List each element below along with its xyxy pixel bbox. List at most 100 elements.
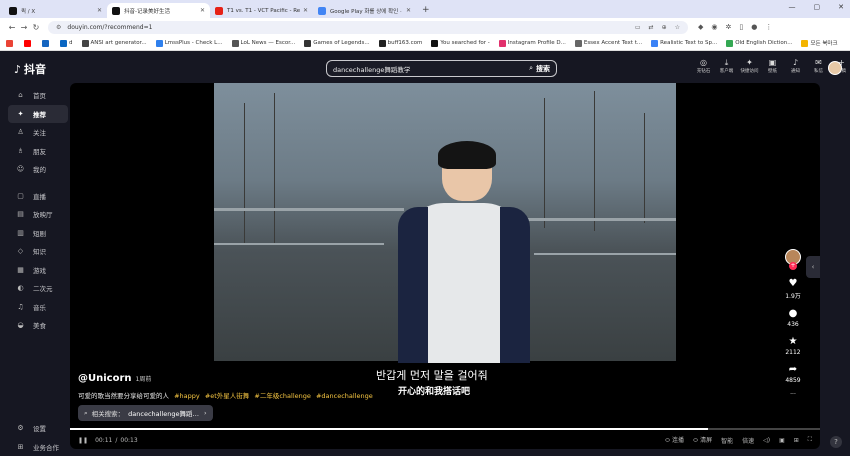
sidebar-item[interactable]: ⚙设置: [8, 419, 68, 438]
related-query[interactable]: dancechallenge舞蹈…: [128, 408, 199, 418]
sidebar-icon[interactable]: ▯: [739, 23, 743, 31]
sidebar-item[interactable]: ⌂首页: [8, 86, 68, 105]
reload-icon[interactable]: ↻: [30, 23, 42, 32]
collapse-panel-button[interactable]: ‹: [806, 256, 820, 278]
search-input[interactable]: dancechallenge舞蹈教学: [333, 64, 529, 74]
hashtag-link[interactable]: #et外星人街舞: [205, 392, 250, 400]
zoom-icon[interactable]: ⊕: [662, 24, 667, 31]
author-name[interactable]: @Unicorn: [78, 373, 132, 384]
bookmark-item[interactable]: Games of Legends...: [304, 40, 369, 47]
minimize-icon[interactable]: —: [789, 3, 796, 11]
close-window-icon[interactable]: ✕: [838, 3, 844, 11]
search-box[interactable]: dancechallenge舞蹈教学 ⌕ 搜索: [326, 60, 557, 77]
hashtag-link[interactable]: #二年级challenge: [254, 392, 310, 400]
web-fullscreen-icon[interactable]: ⊞: [794, 437, 799, 444]
bookmark-item[interactable]: You searched for -: [431, 40, 489, 47]
back-icon[interactable]: ←: [6, 23, 18, 32]
sidebar-item[interactable]: ◇知识: [8, 242, 68, 261]
sidebar-item[interactable]: ☺我的: [8, 160, 68, 179]
extension-icon[interactable]: ◉: [711, 23, 717, 31]
bookmark-star-icon[interactable]: ☆: [675, 24, 680, 31]
hashtag-link[interactable]: #dancechallenge: [316, 392, 373, 400]
top-action-0[interactable]: ◎充钻石: [694, 58, 713, 74]
bookmark-item[interactable]: ANSI art generator...: [82, 40, 147, 47]
maximize-icon[interactable]: ▢: [814, 3, 821, 11]
sidebar-item[interactable]: ♫音乐: [8, 298, 68, 317]
browser-tab-x[interactable]: 퀵 / X ✕: [4, 3, 107, 18]
menu-icon[interactable]: ⋮: [765, 23, 772, 31]
sidebar-item[interactable]: ♙关注: [8, 123, 68, 142]
bookmark-item[interactable]: Instagram Profile D...: [499, 40, 566, 47]
help-icon[interactable]: ?: [830, 436, 842, 448]
autoplay-toggle[interactable]: ⬭ 连播: [665, 435, 684, 445]
profile-icon[interactable]: ●: [751, 23, 757, 31]
comment-button[interactable]: ●436: [787, 307, 798, 328]
puzzle-icon[interactable]: ✲: [726, 23, 732, 31]
douyin-logo[interactable]: ♪ 抖音: [14, 61, 46, 77]
address-input[interactable]: ⚙ douyin.com/?recommend=1 ▭ ⇄ ⊕ ☆: [48, 21, 688, 34]
sidebar-item[interactable]: ◒美食: [8, 316, 68, 335]
share-icon: ➦: [789, 363, 797, 377]
sidebar-item[interactable]: ♗朋友: [8, 142, 68, 161]
forward-icon[interactable]: →: [18, 23, 30, 32]
more-button[interactable]: ···: [790, 391, 796, 398]
fullscreen-icon[interactable]: ⛶: [808, 436, 812, 444]
bookmark-item[interactable]: Old English Diction...: [726, 40, 792, 47]
bookmark-item[interactable]: 모든 북마크: [801, 39, 837, 47]
bookmark-item[interactable]: [42, 40, 51, 47]
sidebar-item[interactable]: ⊞业务合作: [8, 438, 68, 456]
mini-player-icon[interactable]: ▣: [779, 437, 785, 444]
video-author[interactable]: @Unicorn1周前: [78, 373, 151, 384]
user-avatar[interactable]: [828, 61, 842, 75]
browser-tab-youtube[interactable]: T1 vs. T1 - VCT Pacific - Requ ✕: [210, 3, 313, 18]
sidebar-item[interactable]: ▢直播: [8, 187, 68, 206]
author-avatar[interactable]: [785, 249, 801, 265]
close-tab-icon[interactable]: ✕: [303, 7, 308, 14]
favorite-button[interactable]: ★2112: [785, 335, 800, 356]
bookmark-item[interactable]: LmssPlus - Check L...: [156, 40, 223, 47]
bookmark-item[interactable]: d: [60, 40, 73, 47]
new-tab-button[interactable]: +: [416, 3, 436, 18]
video-description: 可爱的歌当然要分享给可爱的人 #happy #et外星人街舞 #二年级chall…: [78, 390, 373, 400]
translate-icon[interactable]: ⇄: [649, 24, 654, 31]
share-button[interactable]: ➦4859: [785, 363, 800, 384]
search-button[interactable]: 搜索: [536, 64, 550, 74]
pause-icon[interactable]: ❚❚: [78, 437, 88, 444]
hashtag-link[interactable]: #happy: [174, 392, 200, 400]
sidebar-item[interactable]: ▤放映厅: [8, 205, 68, 224]
sidebar-item[interactable]: ▥短剧: [8, 224, 68, 243]
extension-icon[interactable]: ◆: [698, 23, 703, 31]
top-action-5[interactable]: ✉私信: [809, 58, 828, 74]
bookmark-item[interactable]: Essex Accent Text t...: [575, 40, 642, 47]
top-action-4[interactable]: ♪通知: [786, 58, 805, 74]
bookmark-item[interactable]: [6, 40, 15, 47]
browser-tab-google-play[interactable]: Google Play 화를 상에 확인 · ✕: [313, 3, 416, 18]
progress-bar[interactable]: [70, 428, 820, 430]
search-icon[interactable]: ⌕: [529, 64, 533, 73]
quality-button[interactable]: 智能: [721, 436, 733, 445]
clear-screen-toggle[interactable]: ⬭ 清屏: [693, 435, 712, 445]
top-action-1[interactable]: ⤓客户端: [717, 58, 736, 74]
browser-tab-douyin[interactable]: 抖音-记录美好生活 ✕: [107, 3, 210, 18]
video-player[interactable]: 반갑게 먼저 말을 걸어줘 开心的和我搭话吧 @Unicorn1周前 可爱的歌当…: [70, 83, 820, 449]
sidebar-item[interactable]: ✦推荐: [8, 105, 68, 124]
bookmark-item[interactable]: Realistic Text to Sp...: [651, 40, 717, 47]
bookmark-item[interactable]: [24, 40, 33, 47]
site-info-icon[interactable]: ⚙: [56, 24, 61, 31]
speed-button[interactable]: 倍速: [742, 436, 754, 445]
sidebar-item-label: 朋友: [33, 146, 46, 156]
like-button[interactable]: ♥1.9万: [785, 277, 801, 300]
top-action-3[interactable]: ▣壁纸: [763, 58, 782, 74]
volume-icon[interactable]: ◁): [763, 437, 770, 444]
bookmark-item[interactable]: LoL News — Escor...: [232, 40, 296, 47]
top-action-2[interactable]: ✦快捷访问: [740, 58, 759, 74]
sidebar-item[interactable]: ▦游戏: [8, 261, 68, 280]
video-frame[interactable]: [214, 83, 676, 361]
close-tab-icon[interactable]: ✕: [97, 7, 102, 14]
related-search[interactable]: ⌕ 相关搜索： dancechallenge舞蹈… ›: [78, 405, 213, 421]
close-tab-icon[interactable]: ✕: [200, 7, 205, 14]
sidebar-item[interactable]: ◐二次元: [8, 279, 68, 298]
install-app-icon[interactable]: ▭: [635, 24, 641, 31]
bookmark-item[interactable]: buff163.com: [379, 40, 423, 47]
close-tab-icon[interactable]: ✕: [406, 7, 411, 14]
